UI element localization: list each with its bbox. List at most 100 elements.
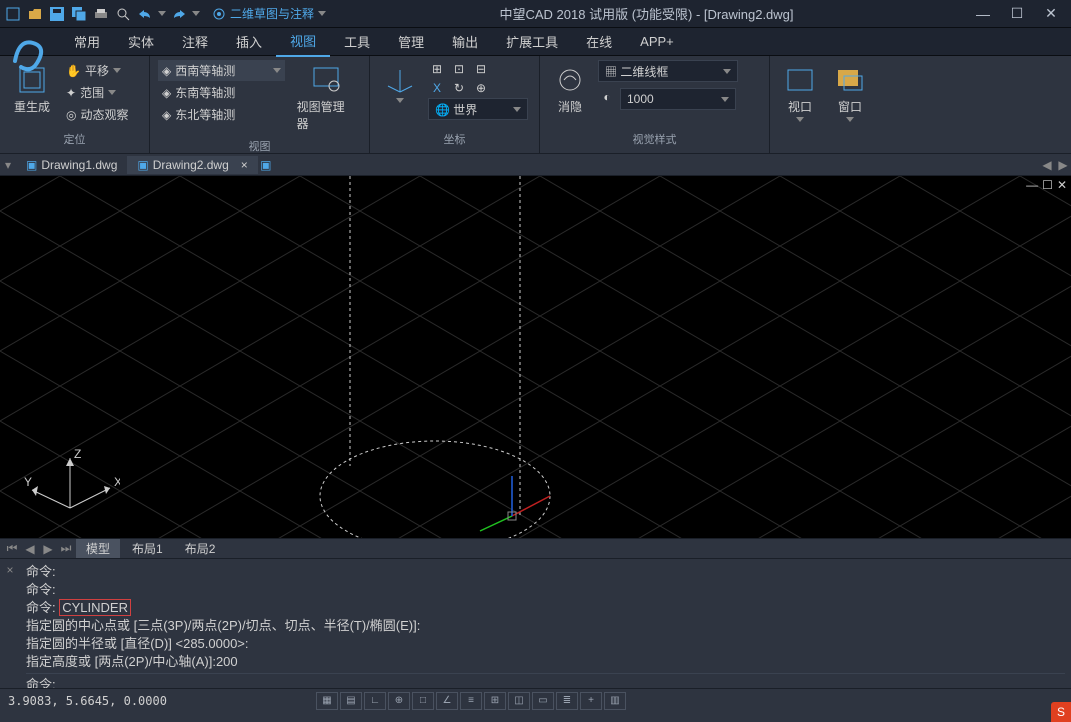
menu-app[interactable]: APP+ (626, 29, 688, 54)
toggle-13[interactable]: ▥ (604, 692, 626, 710)
vp-close-icon[interactable]: ✕ (1057, 178, 1067, 192)
new-tab-icon[interactable]: ▣ (258, 157, 274, 173)
view-ne-iso[interactable]: ◈东北等轴测 (158, 104, 285, 125)
cmd-close-icon[interactable]: × (0, 559, 20, 688)
panel-visual-label: 视觉样式 (548, 129, 761, 149)
hide-button[interactable]: 消隐 (548, 60, 592, 119)
layout-prev-icon[interactable]: ◀ (22, 541, 38, 557)
minimize-button[interactable]: — (967, 4, 999, 24)
tab-model[interactable]: 模型 (76, 539, 120, 558)
model-toggle[interactable]: ▭ (532, 692, 554, 710)
dynamic-toggle[interactable]: ⊞ (484, 692, 506, 710)
res-icon[interactable]: ◐ (598, 88, 616, 106)
ucs-tool-1[interactable]: ⊞ (428, 60, 446, 78)
command-window[interactable]: × 命令: 命令: 命令: CYLINDER 指定圆的中心点或 [三点(3P)/… (0, 558, 1071, 688)
open-icon[interactable] (26, 5, 44, 23)
panel-view-label: 视图 (158, 136, 361, 156)
tab-layout1[interactable]: 布局1 (122, 539, 173, 558)
viewport-window-controls: — ☐ ✕ (1026, 178, 1067, 192)
drawing-viewport[interactable]: — ☐ ✕ X Y Z (0, 176, 1071, 538)
close-button[interactable]: ✕ (1035, 4, 1067, 24)
view-manager-label: 视图管理器 (297, 98, 355, 132)
app-logo[interactable] (6, 30, 52, 76)
print-icon[interactable] (92, 5, 110, 23)
lineweight-toggle[interactable]: ≡ (460, 692, 482, 710)
vp-maximize-icon[interactable]: ☐ (1042, 178, 1053, 192)
undo-dropdown-icon[interactable] (158, 11, 166, 16)
world-dropdown[interactable]: 🌐 世界 (428, 98, 528, 120)
res-dropdown[interactable]: 1000 (620, 88, 736, 110)
redo-dropdown-icon[interactable] (192, 11, 200, 16)
polar-toggle[interactable]: ⊕ (388, 692, 410, 710)
layout-next-icon[interactable]: ▶ (40, 541, 56, 557)
ucs-tool-5[interactable]: ⊕ (472, 79, 490, 97)
pan-button[interactable]: ✋平移 (62, 60, 133, 81)
menu-common[interactable]: 常用 (60, 27, 114, 56)
orbit-button[interactable]: ◎动态观察 (62, 104, 133, 125)
chevron-down-icon (113, 68, 121, 73)
menu-output[interactable]: 输出 (438, 27, 492, 56)
tab-menu-icon[interactable]: ▾ (0, 157, 16, 173)
menu-online[interactable]: 在线 (572, 27, 626, 56)
status-bar: 3.9083, 5.6645, 0.0000 ▦ ▤ ∟ ⊕ □ ∠ ≡ ⊞ ◫… (0, 688, 1071, 712)
menu-view[interactable]: 视图 (276, 26, 330, 57)
dwg-icon: ▣ (26, 158, 37, 172)
layout-first-icon[interactable]: ⏮ (4, 541, 20, 557)
menu-insert[interactable]: 插入 (222, 27, 276, 56)
menu-solid[interactable]: 实体 (114, 27, 168, 56)
ortho-toggle[interactable]: ∟ (364, 692, 386, 710)
ucs-tool-3[interactable]: ⊟ (472, 60, 490, 78)
toggle-11[interactable]: ≣ (556, 692, 578, 710)
redo-icon[interactable] (170, 5, 188, 23)
maximize-button[interactable]: ☐ (1001, 4, 1033, 24)
snap-toggle[interactable]: ▦ (316, 692, 338, 710)
ime-indicator[interactable]: S (1051, 702, 1071, 722)
view-manager-button[interactable]: 视图管理器 (291, 60, 361, 136)
ribbon: 重生成 ✋平移 ✦范围 ◎动态观察 定位 ◈西南等轴测 ◈东南等轴测 ◈东北等轴… (0, 56, 1071, 154)
gear-icon (212, 7, 226, 21)
menu-annotate[interactable]: 注释 (168, 27, 222, 56)
menu-manage[interactable]: 管理 (384, 27, 438, 56)
ucs-x[interactable]: X (428, 79, 446, 97)
command-cylinder: CYLINDER (59, 599, 131, 616)
workspace-selector[interactable]: 二维草图与注释 (212, 5, 326, 22)
svg-text:X: X (114, 475, 120, 489)
toggle-12[interactable]: + (580, 692, 602, 710)
window-title: 中望CAD 2018 试用版 (功能受限) - [Drawing2.dwg] (326, 4, 967, 23)
extent-button[interactable]: ✦范围 (62, 82, 133, 103)
tab-left-icon[interactable]: ◀ (1039, 157, 1055, 173)
cube-icon: ◈ (162, 108, 171, 122)
status-toggles: ▦ ▤ ∟ ⊕ □ ∠ ≡ ⊞ ◫ ▭ ≣ + ▥ (316, 692, 626, 710)
osnap-toggle[interactable]: □ (412, 692, 434, 710)
menu-tools[interactable]: 工具 (330, 27, 384, 56)
saveall-icon[interactable] (70, 5, 88, 23)
new-icon[interactable] (4, 5, 22, 23)
tab-drawing1[interactable]: ▣ Drawing1.dwg (16, 156, 127, 174)
panel-visual: 消隐 ▦ 二维线框 ◐ 1000 视觉样式 (540, 56, 770, 153)
view-se-iso[interactable]: ◈东南等轴测 (158, 82, 285, 103)
tab-layout2[interactable]: 布局2 (175, 539, 226, 558)
layout-last-icon[interactable]: ⏭ (58, 541, 74, 557)
panel-locate-label: 定位 (8, 129, 141, 149)
save-icon[interactable] (48, 5, 66, 23)
ucs-button[interactable] (378, 60, 422, 107)
panel-view: ◈西南等轴测 ◈东南等轴测 ◈东北等轴测 视图管理器 视图 (150, 56, 370, 153)
preview-icon[interactable] (114, 5, 132, 23)
orbit-icon: ◎ (66, 108, 76, 122)
undo-icon[interactable] (136, 5, 154, 23)
window-button[interactable]: 窗口 (828, 60, 872, 126)
cycle-toggle[interactable]: ◫ (508, 692, 530, 710)
ucs-tool-2[interactable]: ⊡ (450, 60, 468, 78)
tab-drawing2[interactable]: ▣ Drawing2.dwg × (127, 156, 257, 174)
vp-minimize-icon[interactable]: — (1026, 178, 1038, 192)
title-bar: 二维草图与注释 中望CAD 2018 试用版 (功能受限) - [Drawing… (0, 0, 1071, 28)
close-tab-icon[interactable]: × (241, 158, 248, 172)
ucs-tool-4[interactable]: ↻ (450, 79, 468, 97)
viewport-button[interactable]: 视口 (778, 60, 822, 126)
visual-style-dropdown[interactable]: ▦ 二维线框 (598, 60, 738, 82)
tab-right-icon[interactable]: ▶ (1055, 157, 1071, 173)
grid-toggle[interactable]: ▤ (340, 692, 362, 710)
menu-ext[interactable]: 扩展工具 (492, 27, 572, 56)
view-sw-iso[interactable]: ◈西南等轴测 (158, 60, 285, 81)
otrack-toggle[interactable]: ∠ (436, 692, 458, 710)
